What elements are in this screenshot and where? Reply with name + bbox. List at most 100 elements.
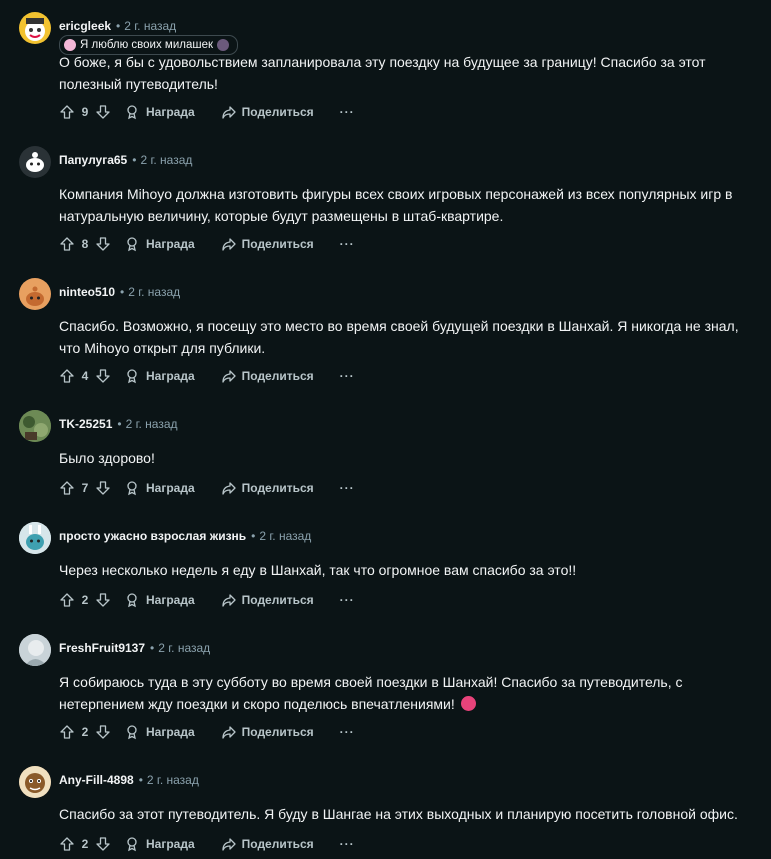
upvote-icon[interactable] bbox=[59, 592, 75, 608]
face-savoring-icon bbox=[460, 696, 476, 711]
more-options-button[interactable]: ··· bbox=[340, 720, 355, 744]
more-options-button[interactable]: ··· bbox=[340, 232, 355, 256]
timestamp[interactable]: 2 г. назад bbox=[124, 19, 176, 33]
award-button[interactable]: Награда bbox=[125, 232, 195, 256]
flair-emoji-icon bbox=[64, 39, 76, 51]
share-button[interactable]: Поделиться bbox=[221, 364, 314, 388]
avatar[interactable] bbox=[19, 278, 51, 310]
downvote-icon[interactable] bbox=[95, 836, 111, 852]
avatar[interactable] bbox=[19, 12, 51, 44]
downvote-icon[interactable] bbox=[95, 480, 111, 496]
username[interactable]: Папулуга65 bbox=[59, 153, 127, 167]
upvote-icon[interactable] bbox=[59, 104, 75, 120]
upvote-icon[interactable] bbox=[59, 236, 75, 252]
share-button[interactable]: Поделиться bbox=[221, 588, 314, 612]
downvote-icon[interactable] bbox=[95, 236, 111, 252]
comment-actions: 2 Награда Поделиться ··· bbox=[59, 588, 355, 612]
more-options-button[interactable]: ··· bbox=[340, 588, 355, 612]
comment-body: Спасибо за этот путеводитель. Я буду в Ш… bbox=[59, 803, 749, 825]
more-options-button[interactable]: ··· bbox=[340, 364, 355, 388]
comment-actions: 2 Награда Поделиться ··· bbox=[59, 720, 355, 744]
share-label: Поделиться bbox=[241, 369, 314, 383]
vote-score: 7 bbox=[81, 481, 89, 495]
award-label: Награда bbox=[146, 369, 195, 383]
comment-line: О боже, я бы с удовольствием запланирова… bbox=[59, 54, 706, 70]
upvote-icon[interactable] bbox=[59, 724, 75, 740]
comment-line: Компания Mihoyo должна изготовить фигуры… bbox=[59, 186, 733, 202]
comment-line: полезный путеводитель! bbox=[59, 76, 218, 92]
timestamp[interactable]: 2 г. назад bbox=[140, 153, 192, 167]
award-button[interactable]: Награда bbox=[125, 588, 195, 612]
share-label: Поделиться bbox=[241, 725, 314, 739]
vote-score: 2 bbox=[81, 593, 89, 607]
award-icon bbox=[125, 480, 141, 496]
share-icon bbox=[221, 368, 237, 384]
award-label: Награда bbox=[146, 481, 195, 495]
avatar[interactable] bbox=[19, 410, 51, 442]
share-button[interactable]: Поделиться bbox=[221, 232, 314, 256]
award-icon bbox=[125, 592, 141, 608]
timestamp[interactable]: 2 г. назад bbox=[128, 285, 180, 299]
share-icon bbox=[221, 836, 237, 852]
downvote-icon[interactable] bbox=[95, 724, 111, 740]
award-label: Награда bbox=[146, 837, 195, 851]
comment-actions: 7 Награда Поделиться ··· bbox=[59, 476, 355, 500]
comment-header: Any-Fill-4898 • 2 г. назад bbox=[59, 770, 199, 790]
comment-line: натуральную величину, которые будут разм… bbox=[59, 208, 504, 224]
comment-actions: 9 Награда Поделиться ··· bbox=[59, 100, 355, 124]
separator-dot: • bbox=[120, 285, 125, 299]
award-button[interactable]: Награда bbox=[125, 832, 195, 856]
share-label: Поделиться bbox=[241, 837, 314, 851]
separator-dot: • bbox=[132, 153, 137, 167]
comment-header: просто ужасно взрослая жизнь • 2 г. наза… bbox=[59, 526, 311, 546]
share-label: Поделиться bbox=[241, 237, 314, 251]
downvote-icon[interactable] bbox=[95, 368, 111, 384]
username[interactable]: Any-Fill-4898 bbox=[59, 773, 134, 787]
comment-line: Спасибо. Возможно, я посещу это место во… bbox=[59, 318, 739, 334]
award-button[interactable]: Награда bbox=[125, 100, 195, 124]
avatar[interactable] bbox=[19, 766, 51, 798]
timestamp[interactable]: 2 г. назад bbox=[158, 641, 210, 655]
vote-score: 2 bbox=[81, 725, 89, 739]
award-button[interactable]: Награда bbox=[125, 720, 195, 744]
timestamp[interactable]: 2 г. назад bbox=[259, 529, 311, 543]
award-icon bbox=[125, 836, 141, 852]
vote-score: 9 bbox=[81, 105, 89, 119]
award-label: Награда bbox=[146, 105, 195, 119]
comment-body: Через несколько недель я еду в Шанхай, т… bbox=[59, 559, 749, 581]
comment-body: Было здорово! bbox=[59, 447, 749, 469]
more-options-button[interactable]: ··· bbox=[340, 476, 355, 500]
flair-text: Я люблю своих милашек bbox=[80, 39, 214, 51]
comment-body: Спасибо. Возможно, я посещу это место во… bbox=[59, 315, 749, 359]
avatar[interactable] bbox=[19, 522, 51, 554]
username[interactable]: FreshFruit9137 bbox=[59, 641, 145, 655]
comment-line: Я собираюсь туда в эту субботу во время … bbox=[59, 674, 683, 690]
username[interactable]: ninteo510 bbox=[59, 285, 115, 299]
share-button[interactable]: Поделиться bbox=[221, 720, 314, 744]
comment-line: нетерпением жду поездки и скоро поделюсь… bbox=[59, 696, 455, 712]
username[interactable]: TK-25251 bbox=[59, 417, 112, 431]
timestamp[interactable]: 2 г. назад bbox=[126, 417, 178, 431]
award-button[interactable]: Награда bbox=[125, 476, 195, 500]
timestamp[interactable]: 2 г. назад bbox=[147, 773, 199, 787]
avatar[interactable] bbox=[19, 634, 51, 666]
username[interactable]: просто ужасно взрослая жизнь bbox=[59, 529, 246, 543]
avatar[interactable] bbox=[19, 146, 51, 178]
upvote-icon[interactable] bbox=[59, 368, 75, 384]
share-button[interactable]: Поделиться bbox=[221, 832, 314, 856]
separator-dot: • bbox=[116, 19, 121, 33]
share-button[interactable]: Поделиться bbox=[221, 476, 314, 500]
upvote-icon[interactable] bbox=[59, 836, 75, 852]
more-options-button[interactable]: ··· bbox=[340, 100, 355, 124]
comment-header: TK-25251 • 2 г. назад bbox=[59, 414, 178, 434]
award-button[interactable]: Награда bbox=[125, 364, 195, 388]
upvote-icon[interactable] bbox=[59, 480, 75, 496]
share-icon bbox=[221, 236, 237, 252]
downvote-icon[interactable] bbox=[95, 592, 111, 608]
separator-dot: • bbox=[138, 773, 143, 787]
downvote-icon[interactable] bbox=[95, 104, 111, 120]
comment-actions: 8 Награда Поделиться ··· bbox=[59, 232, 355, 256]
share-button[interactable]: Поделиться bbox=[221, 100, 314, 124]
more-options-button[interactable]: ··· bbox=[340, 832, 355, 856]
username[interactable]: ericgleek bbox=[59, 19, 111, 33]
